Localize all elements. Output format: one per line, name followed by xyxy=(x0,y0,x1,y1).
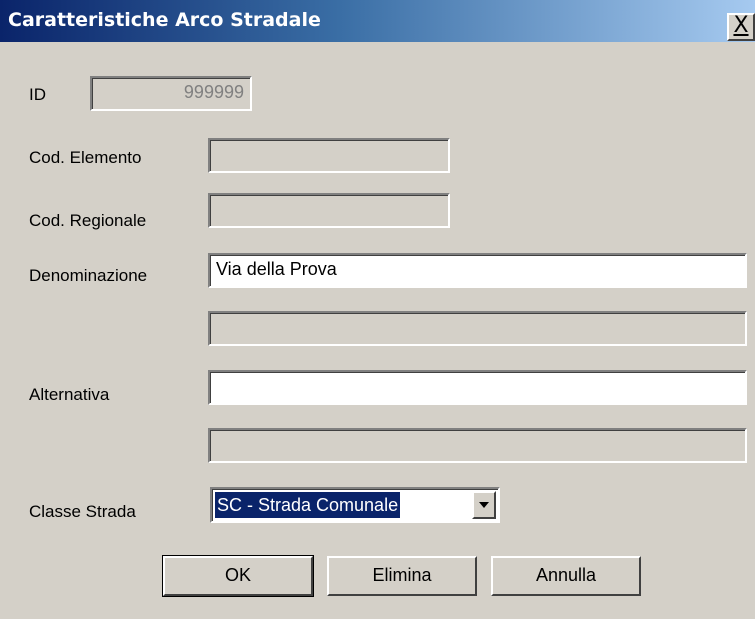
id-label: ID xyxy=(29,85,46,104)
classe-strada-select[interactable]: SC - Strada Comunale xyxy=(210,487,500,523)
cod-elemento-field xyxy=(208,138,450,173)
elimina-button[interactable]: Elimina xyxy=(327,556,477,596)
close-button[interactable]: X xyxy=(727,13,755,41)
ok-button[interactable]: OK xyxy=(162,555,314,597)
cod-regionale-field xyxy=(208,193,450,228)
window-title: Caratteristiche Arco Stradale xyxy=(8,9,321,31)
dropdown-arrow-button[interactable] xyxy=(472,491,496,519)
cod-elemento-label: Cod. Elemento xyxy=(29,148,142,167)
dialog-window: Caratteristiche Arco Stradale X ID 99999… xyxy=(0,0,755,619)
classe-strada-label: Classe Strada xyxy=(29,502,136,521)
annulla-button[interactable]: Annulla xyxy=(491,556,641,596)
chevron-down-icon xyxy=(479,502,489,508)
denominazione-extra-field xyxy=(208,311,747,346)
id-field: 999999 xyxy=(90,76,252,111)
denominazione-label: Denominazione xyxy=(29,266,148,285)
alternativa-extra-field xyxy=(208,428,747,463)
title-bar: Caratteristiche Arco Stradale X xyxy=(0,0,755,42)
classe-strada-selected-value: SC - Strada Comunale xyxy=(215,492,401,518)
alternativa-input[interactable] xyxy=(208,370,747,405)
alternativa-label: Alternativa xyxy=(29,385,110,404)
cod-regionale-label: Cod. Regionale xyxy=(29,211,147,230)
denominazione-input[interactable]: Via della Prova xyxy=(208,253,747,288)
